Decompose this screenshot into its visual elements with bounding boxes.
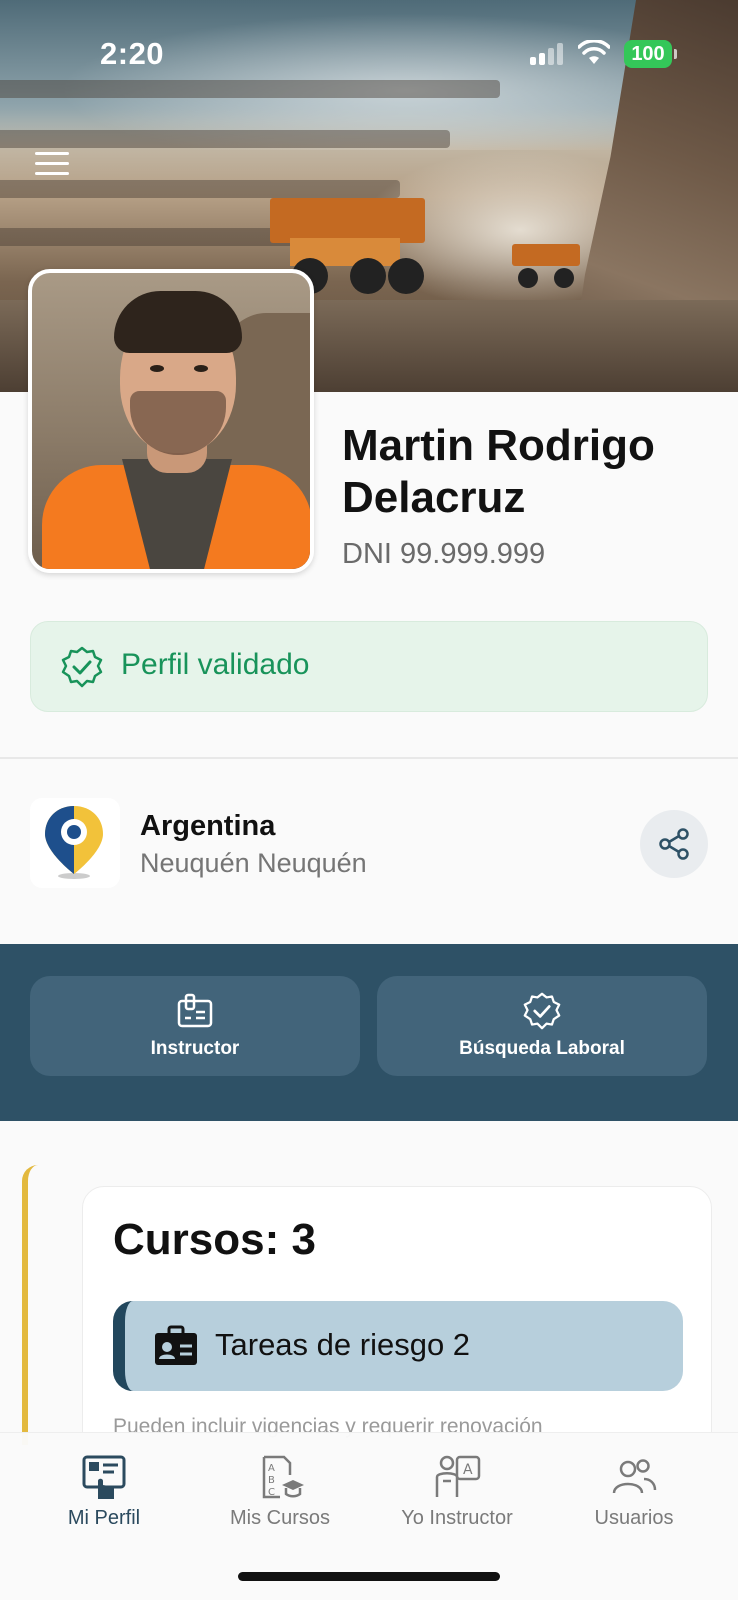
roles-section: Instructor Búsqueda Laboral bbox=[0, 944, 738, 1121]
instructor-icon: A bbox=[435, 1455, 481, 1497]
courses-icon: A B C bbox=[262, 1455, 304, 1499]
badge-check-icon bbox=[523, 992, 561, 1030]
wifi-icon bbox=[578, 40, 610, 64]
instructor-label: Instructor bbox=[150, 1038, 240, 1059]
tareas-riesgo-label: Tareas de riesgo 2 bbox=[215, 1327, 471, 1362]
location-pin-icon bbox=[30, 798, 120, 888]
nav-yo-instructor[interactable]: A Yo Instructor bbox=[365, 1453, 549, 1553]
share-button[interactable] bbox=[640, 810, 708, 878]
id-card-clip-icon bbox=[177, 993, 213, 1028]
nav-mis-cursos[interactable]: A B C Mis Cursos bbox=[188, 1453, 372, 1553]
cursos-title: Cursos: 3 bbox=[113, 1215, 316, 1264]
cellular-signal-icon bbox=[530, 43, 564, 65]
nav-mi-perfil-label: Mi Perfil bbox=[67, 1507, 141, 1529]
badge-check-icon bbox=[61, 646, 103, 688]
id-badge-icon bbox=[155, 1325, 197, 1365]
svg-text:B: B bbox=[268, 1475, 275, 1486]
avatar bbox=[28, 269, 314, 573]
profile-dni: DNI 99.999.999 bbox=[342, 538, 546, 570]
home-indicator bbox=[238, 1572, 500, 1581]
validated-status-banner: Perfil validado bbox=[30, 621, 708, 712]
battery-indicator: 100 bbox=[624, 40, 677, 68]
busqueda-laboral-button[interactable]: Búsqueda Laboral bbox=[377, 976, 707, 1076]
users-icon bbox=[612, 1459, 657, 1494]
nav-mis-cursos-label: Mis Cursos bbox=[229, 1507, 330, 1529]
nav-usuarios-label: Usuarios bbox=[594, 1507, 674, 1529]
nav-usuarios[interactable]: Usuarios bbox=[542, 1453, 726, 1553]
timeline-accent-bar bbox=[22, 1165, 38, 1445]
tareas-riesgo-item[interactable]: Tareas de riesgo 2 bbox=[113, 1301, 683, 1391]
instructor-button[interactable]: Instructor bbox=[30, 976, 360, 1076]
svg-text:A: A bbox=[463, 1462, 473, 1478]
profile-card-icon bbox=[82, 1455, 126, 1499]
svg-text:A: A bbox=[268, 1463, 275, 1474]
validated-label: Perfil validado bbox=[121, 648, 310, 681]
section-divider bbox=[0, 757, 738, 759]
status-time: 2:20 bbox=[100, 36, 165, 71]
share-icon bbox=[659, 828, 689, 860]
nav-mi-perfil[interactable]: Mi Perfil bbox=[12, 1453, 196, 1553]
busqueda-laboral-label: Búsqueda Laboral bbox=[459, 1038, 625, 1059]
location-country: Argentina bbox=[140, 810, 276, 842]
svg-text:C: C bbox=[268, 1487, 275, 1498]
profile-name: Martin Rodrigo Delacruz bbox=[342, 421, 655, 522]
hamburger-menu-icon[interactable] bbox=[32, 146, 72, 182]
location-region: Neuquén Neuquén bbox=[140, 848, 367, 878]
nav-yo-instructor-label: Yo Instructor bbox=[401, 1507, 513, 1529]
